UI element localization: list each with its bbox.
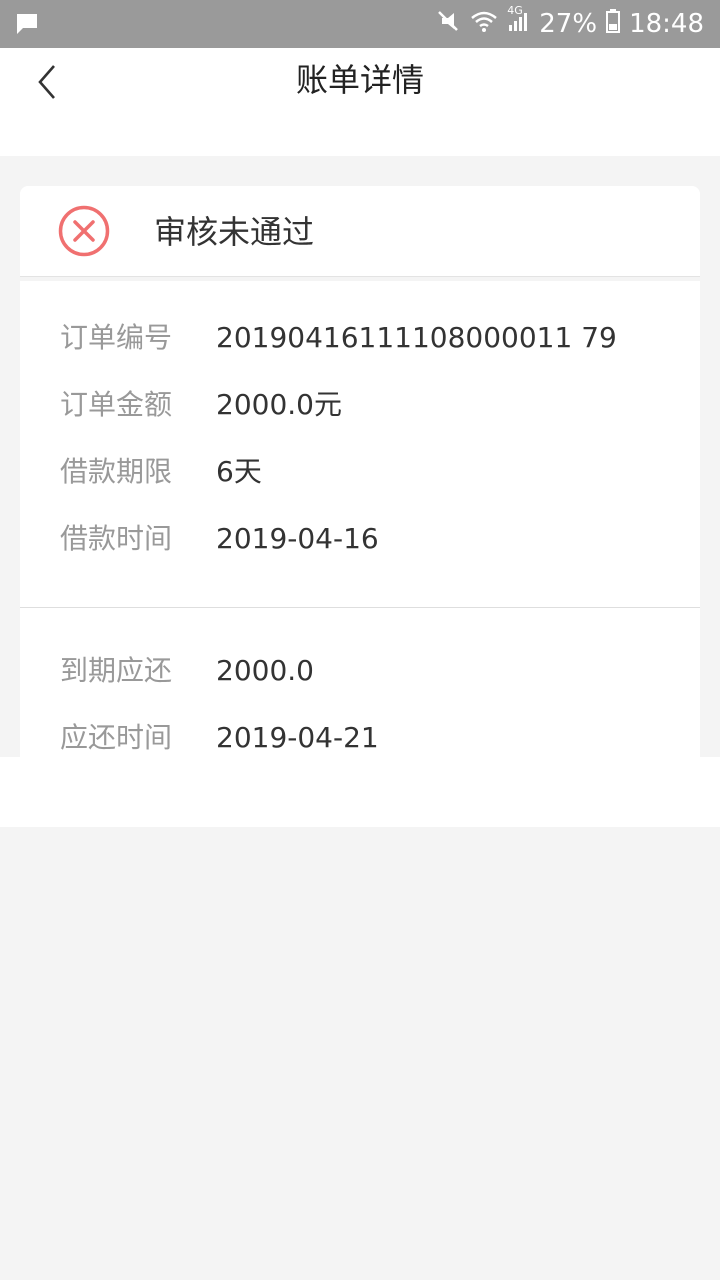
due-amount-label: 到期应还 xyxy=(60,654,173,687)
wifi-icon xyxy=(469,8,499,41)
order-amount-value: 2000.0元 xyxy=(216,388,342,421)
bill-detail-card: 订单编号 20190416111108000011 79 订单金额 2000.0元 … xyxy=(20,281,700,757)
chat-bubble-icon xyxy=(14,11,40,41)
due-time-label: 应还时间 xyxy=(60,721,173,754)
loan-term-row: 借款期限 6天 xyxy=(60,452,262,492)
due-amount-value: 2000.0 xyxy=(216,654,314,687)
due-time-value: 2019-04-21 xyxy=(216,721,379,754)
network-type: 4G xyxy=(507,3,523,17)
header-bar: 账单详情 xyxy=(0,48,720,156)
due-amount-row: 到期应还 2000.0 xyxy=(60,651,314,691)
page-title: 账单详情 xyxy=(295,61,424,99)
order-amount-row: 订单金额 2000.0元 xyxy=(60,385,342,425)
order-number-row: 订单编号 20190416111108000011 79 xyxy=(60,318,617,358)
loan-term-value: 6天 xyxy=(216,455,262,488)
order-number-label: 订单编号 xyxy=(60,321,173,354)
section-divider xyxy=(20,607,700,608)
battery-percent: 27% xyxy=(539,9,598,39)
battery-icon xyxy=(605,8,621,41)
close-circle-icon xyxy=(58,205,110,257)
loan-term-label: 借款期限 xyxy=(60,455,173,488)
review-status-card: 审核未通过 xyxy=(20,186,700,277)
loan-time-value: 2019-04-16 xyxy=(216,522,379,555)
review-status-text: 审核未通过 xyxy=(154,213,315,251)
due-time-row: 应还时间 2019-04-21 xyxy=(60,718,379,758)
clock-time: 18:48 xyxy=(629,9,704,39)
loan-time-label: 借款时间 xyxy=(60,522,173,555)
status-bar: 4G 27% 18:48 xyxy=(0,0,720,48)
footer-band xyxy=(0,757,720,827)
order-amount-label: 订单金额 xyxy=(60,388,173,421)
loan-time-row: 借款时间 2019-04-16 xyxy=(60,519,379,559)
mute-icon xyxy=(435,8,461,41)
order-number-value: 20190416111108000011 79 xyxy=(216,321,617,354)
signal-icon: 4G xyxy=(507,4,531,41)
